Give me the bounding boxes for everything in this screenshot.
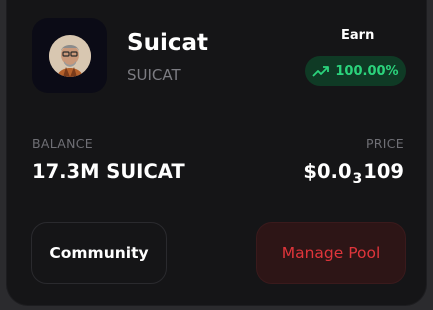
price-digits: 109	[363, 160, 404, 183]
token-logo	[32, 18, 107, 93]
manage-pool-button-label: Manage Pool	[281, 244, 381, 262]
manage-pool-button[interactable]: Manage Pool	[256, 222, 406, 284]
apy-badge: 100.00%	[305, 56, 406, 86]
earn-label: Earn	[341, 28, 375, 43]
price-value: $0.03109	[303, 160, 404, 187]
price-zero-count: 3	[352, 171, 363, 187]
cat-avatar-icon	[48, 34, 91, 77]
token-name: Suicat	[127, 30, 208, 56]
token-card: Suicat SUICAT Earn 100.00% BALANCE PRICE…	[6, 0, 427, 306]
community-button-label: Community	[49, 244, 149, 262]
trending-up-icon	[312, 66, 330, 77]
community-button[interactable]: Community	[31, 222, 167, 284]
apy-value: 100.00%	[335, 63, 399, 79]
price-prefix: $0.0	[303, 160, 352, 183]
token-symbol: SUICAT	[127, 66, 181, 84]
balance-value: 17.3M SUICAT	[32, 160, 185, 183]
price-label: PRICE	[365, 136, 404, 151]
balance-label: BALANCE	[32, 136, 94, 151]
